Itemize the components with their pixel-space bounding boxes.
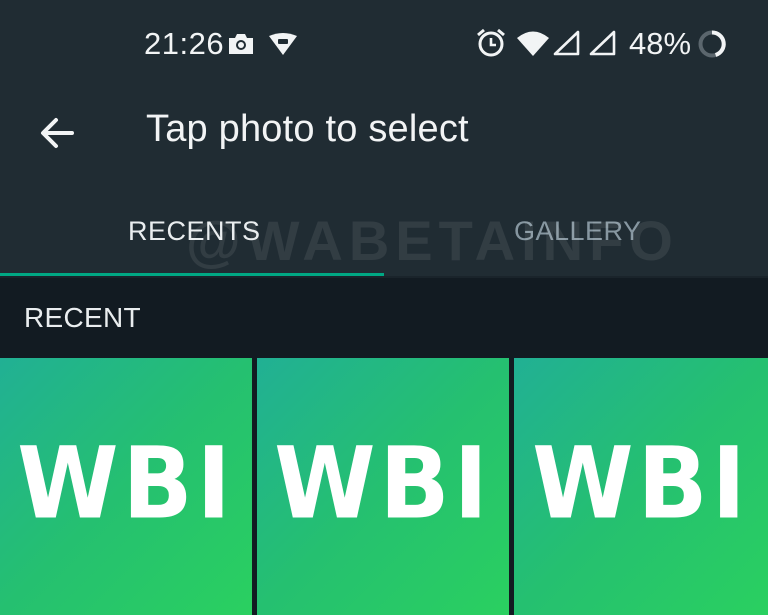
tab-recents-label: RECENTS [128,216,261,246]
cell-signal-icon [552,30,580,61]
status-time: 21:26 [144,26,225,61]
photo-thumbnail[interactable]: WBI [514,358,768,615]
tab-bar: RECENTS GALLERY [0,188,768,278]
battery-percentage: 48% [629,26,692,61]
battery-ring-icon [697,29,727,64]
photo-thumbnail[interactable]: WBI [0,358,252,615]
tab-gallery-label: GALLERY [514,216,642,246]
thumbnail-logo-text: WBI [532,425,750,542]
status-bar: 21:26 48% [0,0,768,88]
tab-gallery[interactable]: GALLERY [384,188,768,278]
photo-grid: WBI WBI WBI [0,358,768,615]
vpn-shield-icon [268,32,298,61]
arrow-left-icon [39,115,75,156]
tab-recents[interactable]: RECENTS [0,188,384,278]
thumbnail-logo-text: WBI [274,425,492,542]
thumbnail-logo-text: WBI [17,425,235,542]
page-title: Tap photo to select [146,108,469,150]
photo-thumbnail[interactable]: WBI [257,358,509,615]
app-bar: Tap photo to select [0,88,768,188]
section-label: RECENT [24,302,141,333]
cell-signal-icon [588,30,616,61]
alarm-icon [476,28,506,63]
back-button[interactable] [30,108,84,162]
camera-icon [227,32,255,61]
wifi-icon [516,31,550,62]
section-header: RECENT [0,278,768,358]
